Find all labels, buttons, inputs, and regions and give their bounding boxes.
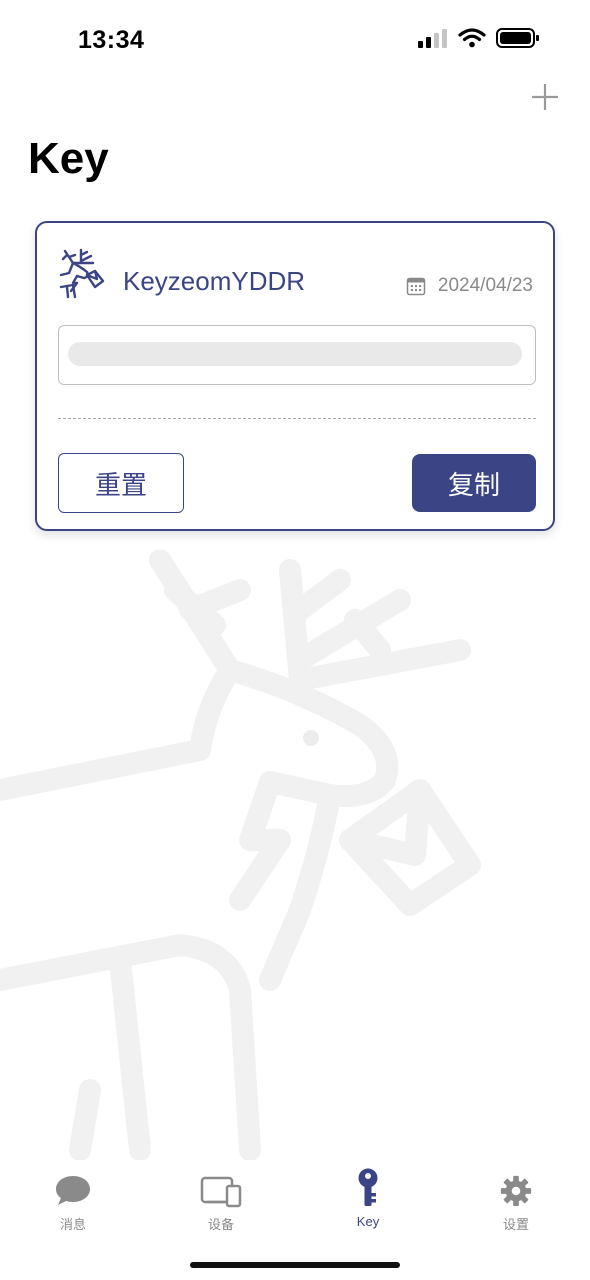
key-value-redacted [68,342,522,366]
tab-messages[interactable]: 消息 [23,1174,123,1236]
copy-button[interactable]: 复制 [412,454,536,512]
tab-label: 消息 [59,1217,86,1232]
card-divider [58,418,536,419]
deer-watermark-icon [0,550,481,1160]
home-indicator[interactable] [190,1262,400,1268]
battery-icon [496,28,539,48]
page-title: Key [28,134,109,183]
tab-settings[interactable]: 设置 [466,1174,566,1236]
key-name: KeyzeomYDDR [123,266,306,296]
plus-icon [532,84,558,110]
devices-icon [200,1176,242,1208]
cellular-signal-icon [418,29,447,48]
tab-key[interactable]: Key [318,1168,418,1236]
calendar-icon [406,277,426,296]
chat-bubble-icon [56,1176,90,1205]
tab-label: 设置 [502,1217,529,1232]
key-date-group: 2024/04/23 [406,275,533,297]
tab-bar: 消息 设备 Key 设置 [0,1160,590,1240]
key-icon [358,1168,378,1206]
deer-logo-icon [59,248,105,299]
key-card: KeyzeomYDDR 2024/04/23 重置 复制 [35,221,555,531]
gear-icon [500,1175,532,1207]
tab-devices[interactable]: 设备 [171,1174,271,1236]
wifi-icon [458,28,486,48]
key-value-field[interactable] [58,325,536,385]
status-icons [418,28,540,48]
tab-label: 设备 [207,1217,234,1232]
key-date: 2024/04/23 [437,275,533,296]
add-button[interactable] [528,80,562,114]
reset-button[interactable]: 重置 [58,453,184,513]
status-bar: 13:34 [0,0,590,80]
tab-label: Key [356,1214,380,1229]
status-time: 13:34 [78,26,145,54]
